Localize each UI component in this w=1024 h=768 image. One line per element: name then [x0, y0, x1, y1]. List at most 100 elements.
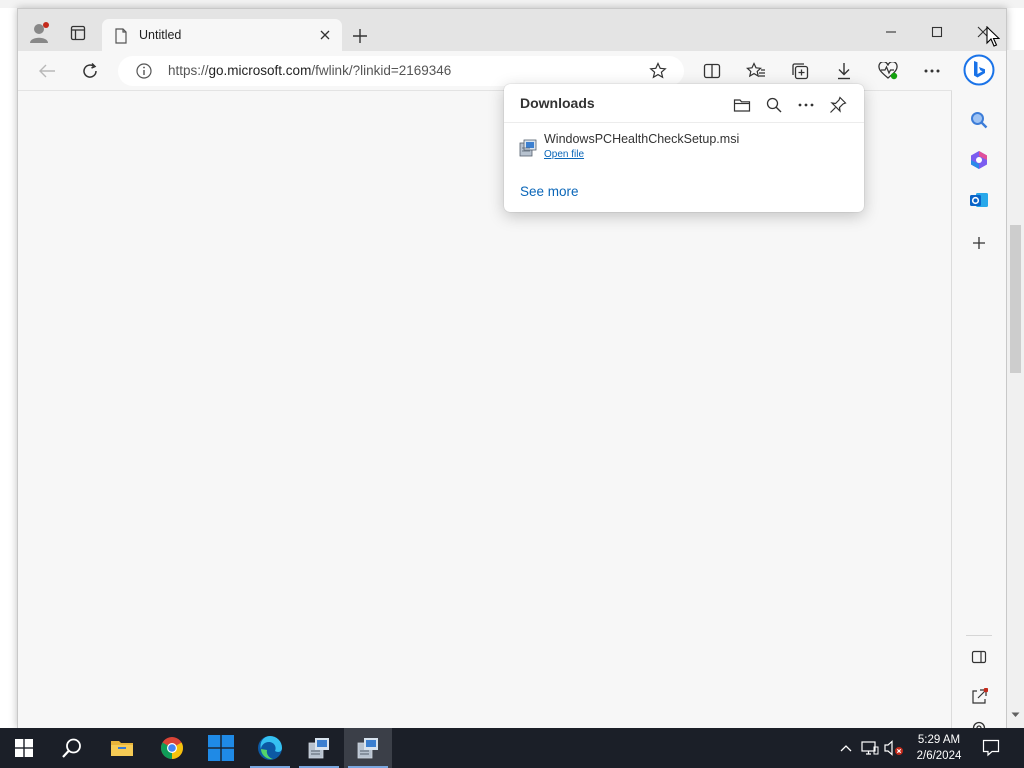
edge-sidebar — [952, 51, 1006, 732]
search-icon — [766, 97, 782, 113]
collections-button[interactable] — [785, 56, 815, 86]
tab-untitled[interactable]: Untitled — [102, 19, 342, 51]
clock-date: 2/6/2024 — [916, 750, 962, 762]
browser-essentials-button[interactable] — [873, 56, 903, 86]
split-screen-button[interactable] — [697, 56, 727, 86]
outlook-icon — [970, 193, 988, 207]
chevron-up-icon — [840, 745, 852, 752]
sidebar-search-button[interactable] — [964, 105, 994, 135]
msi-installer-icon — [519, 139, 537, 157]
volume-muted-icon — [884, 740, 903, 756]
pin-icon — [830, 96, 847, 113]
windows-start-icon — [15, 739, 33, 757]
url-text: https://go.microsoft.com/fwlink/?linkid=… — [168, 63, 451, 78]
downloads-more-options-button[interactable] — [793, 92, 819, 118]
taskbar-edge[interactable] — [246, 728, 294, 768]
m365-icon — [971, 151, 987, 169]
page-scrollbar[interactable] — [1007, 50, 1024, 728]
split-screen-icon — [703, 63, 721, 79]
folder-icon — [733, 99, 751, 112]
settings-and-more-button[interactable] — [917, 56, 947, 86]
mouse-cursor-icon — [986, 26, 1000, 47]
url-host: go.microsoft.com — [208, 63, 312, 78]
show-hidden-icons-button[interactable] — [836, 738, 856, 758]
favorites-icon — [746, 62, 765, 78]
windows-start-icon — [208, 735, 234, 761]
bing-copilot-icon — [963, 54, 995, 86]
profile-button[interactable] — [24, 17, 56, 49]
tab-title: Untitled — [139, 28, 182, 42]
back-button[interactable] — [32, 56, 62, 86]
file-explorer-icon — [111, 741, 133, 756]
maximize-icon — [931, 26, 943, 38]
new-tab-button[interactable] — [346, 22, 374, 50]
msi-installer-icon — [308, 738, 329, 759]
sidebar-divider — [966, 635, 992, 636]
downloads-button[interactable] — [829, 56, 859, 86]
minimize-button[interactable] — [868, 17, 914, 47]
open-downloads-folder-button[interactable] — [729, 92, 755, 118]
more-icon — [798, 103, 814, 107]
external-link-button[interactable] — [964, 682, 994, 712]
star-icon[interactable] — [649, 62, 667, 80]
back-icon — [39, 64, 55, 78]
network-button[interactable] — [860, 738, 880, 758]
taskbar-clock[interactable]: 5:29 AM 2/6/2024 — [904, 732, 974, 764]
start-button[interactable] — [0, 728, 48, 768]
network-icon — [861, 741, 879, 755]
chrome-icon — [161, 737, 183, 759]
tab-actions-button[interactable] — [62, 17, 94, 49]
minimize-icon — [886, 31, 896, 33]
scrollbar-thumb[interactable] — [1010, 225, 1021, 373]
taskbar-chrome[interactable] — [148, 728, 196, 768]
volume-button[interactable] — [884, 738, 904, 758]
tab-close-button[interactable] — [316, 26, 334, 44]
notifications-button[interactable] — [981, 738, 1001, 758]
more-icon — [924, 69, 940, 73]
browser-essentials-icon — [878, 62, 898, 80]
page-icon — [115, 28, 127, 44]
search-downloads-button[interactable] — [761, 92, 787, 118]
favorites-button[interactable] — [741, 56, 771, 86]
search-icon — [971, 112, 988, 129]
scroll-down-icon[interactable] — [1011, 712, 1020, 718]
sidebar-add-button[interactable] — [964, 228, 994, 258]
msi-installer-icon — [357, 738, 378, 759]
tab-actions-icon — [70, 25, 86, 41]
notification-icon — [982, 739, 1000, 757]
refresh-icon — [83, 62, 97, 78]
download-filename: WindowsPCHealthCheckSetup.msi — [544, 132, 740, 146]
desktop-background — [0, 0, 1024, 8]
taskbar-file-explorer[interactable] — [98, 728, 146, 768]
downloads-title: Downloads — [520, 95, 595, 111]
see-more-link[interactable]: See more — [520, 184, 579, 199]
open-file-link[interactable]: Open file — [544, 149, 584, 160]
taskbar-installer-app-active[interactable] — [344, 728, 392, 768]
url-path: /fwlink/?linkid=2169346 — [311, 63, 452, 78]
url-scheme: https:// — [168, 63, 209, 78]
search-icon — [62, 738, 81, 758]
hide-sidebar-button[interactable] — [964, 642, 994, 672]
taskbar-search-button[interactable] — [48, 728, 96, 768]
plus-icon — [973, 237, 985, 249]
sidebar-outlook-button[interactable] — [964, 185, 994, 215]
collections-icon — [792, 63, 809, 80]
address-bar[interactable]: https://go.microsoft.com/fwlink/?linkid=… — [118, 56, 684, 86]
plus-icon — [353, 29, 367, 43]
copilot-button[interactable] — [962, 53, 996, 87]
tab-strip: Untitled — [18, 9, 1006, 51]
taskbar-installer-app[interactable] — [295, 728, 343, 768]
sidebar-m365-button[interactable] — [964, 145, 994, 175]
taskbar-start-app[interactable] — [197, 728, 245, 768]
profile-icon — [30, 22, 49, 43]
info-icon[interactable] — [136, 63, 152, 79]
download-icon — [838, 63, 850, 80]
refresh-button[interactable] — [75, 56, 105, 86]
maximize-button[interactable] — [914, 17, 960, 47]
download-item[interactable]: WindowsPCHealthCheckSetup.msi Open file — [514, 128, 854, 166]
pin-downloads-button[interactable] — [825, 92, 851, 118]
taskbar: 5:29 AM 2/6/2024 — [0, 728, 1024, 768]
close-icon — [320, 30, 330, 40]
external-link-icon — [972, 688, 988, 704]
edge-icon — [258, 736, 282, 760]
